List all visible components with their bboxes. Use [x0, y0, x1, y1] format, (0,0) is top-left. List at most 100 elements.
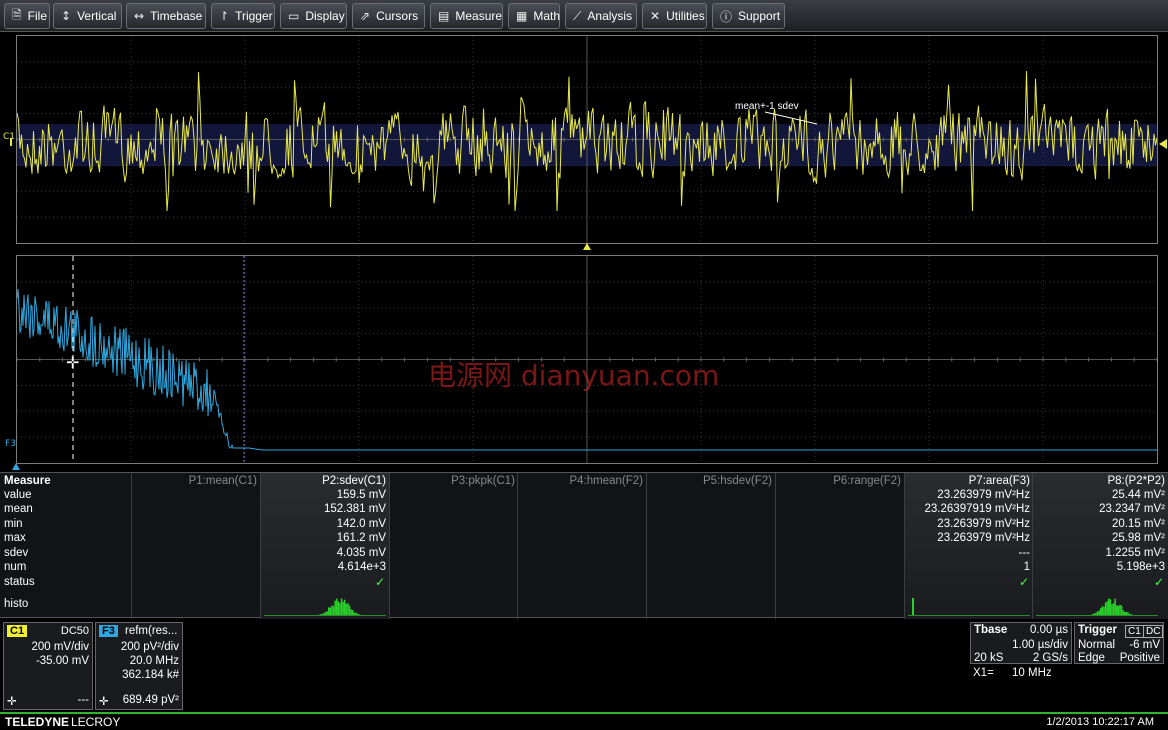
histo-bar — [1087, 615, 1089, 616]
measure-value-p7-mean: 23.26397919 mV²Hz — [924, 503, 1030, 515]
c1-right-marker-icon[interactable] — [1159, 139, 1167, 149]
menu-utilities-button[interactable]: ✕ Utilities — [642, 3, 707, 29]
histo-bar — [318, 614, 320, 615]
measure-column-p2[interactable]: P2:sdev(C1) 159.5 mV 152.381 mV 142.0 mV 161… — [260, 473, 389, 619]
measure-column-p7[interactable]: P7:area(F3) 23.263979 mV²Hz 23.26397919 mV… — [904, 473, 1033, 619]
menu-file-button[interactable]: 🗎 File — [4, 3, 50, 29]
histo-bar — [1106, 601, 1108, 615]
utilities-icon: ✕ — [650, 9, 661, 23]
histo-bar — [1128, 613, 1131, 615]
histo-bar — [1124, 611, 1126, 615]
histo-bar — [1132, 615, 1134, 616]
histo-bar — [1134, 615, 1136, 616]
menu-bar: 🗎 File ↕ Vertical ↔ Timebase ↾ Trigger ▭ Display ⇗… — [0, 0, 1168, 32]
histo-bar — [329, 607, 332, 615]
menu-file-label: File — [27, 9, 47, 23]
histo-bar — [1096, 611, 1099, 615]
measure-value-p2-num: 4.614e+3 — [337, 561, 386, 573]
menu-analysis-button[interactable]: ⟋ Analysis — [565, 3, 637, 29]
status-check-icon: ✓ — [374, 575, 385, 589]
menu-support-button[interactable]: ⓘ Support — [712, 3, 785, 29]
mean-sdev-annotation: mean+-1 sdev — [735, 101, 799, 112]
histo-bar — [1114, 598, 1116, 615]
histo-bar — [1112, 603, 1115, 615]
measure-row-label-min: min — [4, 518, 23, 530]
measure-column-p5[interactable]: P5:hsdev(F2) — [646, 473, 775, 619]
histo-bar — [1090, 614, 1092, 615]
f3-descriptor-tag: F3 — [99, 625, 118, 637]
support-icon: ⓘ — [720, 9, 733, 24]
c1-volts-per-div: 200 mV/div — [31, 641, 89, 653]
histo-bar — [1104, 602, 1107, 615]
histo-bar — [328, 607, 330, 615]
histo-bar — [360, 614, 362, 615]
histo-bar — [358, 614, 360, 615]
measure-header-p5: P5:hsdev(F2) — [702, 475, 772, 487]
measure-value-p7-num: 1 — [1023, 561, 1030, 573]
histo-bar — [321, 613, 324, 615]
measure-value-p8-max: 25.98 mV² — [1111, 532, 1165, 544]
f3-descriptor[interactable]: F3 refm(res... 200 pV²/div 20.0 MHz 362.… — [95, 622, 183, 710]
measure-column-p6[interactable]: P6:range(F2) — [775, 473, 904, 619]
histo-bar — [912, 598, 914, 615]
c1-offset-marker[interactable] — [10, 138, 16, 146]
timebase-icon: ↔ — [134, 9, 145, 23]
timebase-time-per-div: 1.00 µs/div — [1012, 639, 1068, 651]
histo-bar — [1108, 598, 1110, 615]
menu-measure-button[interactable]: ▤ Measure — [430, 3, 503, 29]
timebase-descriptor[interactable]: Tbase 0.00 µs 1.00 µs/div 20 kS 2 GS/s — [970, 622, 1072, 664]
histo-bar — [320, 614, 322, 615]
measure-column-p8[interactable]: P8:(P2*P2) 25.44 mV² 23.2347 mV² 20.15 mV² 2… — [1032, 473, 1168, 619]
histo-bar — [1101, 606, 1104, 615]
trigger-title: Trigger — [1078, 624, 1117, 636]
histo-bar — [326, 611, 328, 615]
measure-header-p7: P7:area(F3) — [968, 475, 1030, 487]
menu-display-button[interactable]: ▭ Display — [280, 3, 347, 29]
histo-bar — [348, 605, 351, 615]
menu-math-button[interactable]: ▦ Math — [508, 3, 560, 29]
histo-bar — [1098, 610, 1100, 615]
measure-column-p3[interactable]: P3:pkpk(C1) — [389, 473, 518, 619]
c1-descriptor[interactable]: C1 DC50 200 mV/div -35.00 mV ✛ --- — [3, 622, 93, 710]
measure-row-label-sdev: sdev — [4, 547, 29, 559]
measure-value-p2-max: 161.2 mV — [336, 532, 386, 544]
menu-vertical-button[interactable]: ↕ Vertical — [53, 3, 122, 29]
f3-bottom-marker-icon[interactable] — [12, 463, 20, 470]
measure-value-p7-value: 23.263979 mV²Hz — [937, 489, 1030, 501]
measure-column-p1[interactable]: P1:mean(C1) — [131, 473, 260, 619]
measure-column-p4[interactable]: P4:hmean(F2) — [517, 473, 646, 619]
timebase-delay: 0.00 µs — [1030, 624, 1068, 636]
trigger-position-marker-icon[interactable] — [583, 243, 591, 250]
histo-bar — [344, 599, 346, 615]
histo-bar — [1125, 611, 1128, 615]
timebase-sample-rate: 2 GS/s — [1032, 652, 1068, 664]
histo-bar — [356, 613, 359, 615]
f3-channel-label: F3 — [5, 439, 16, 449]
f3-crosshair-icon: ✛ — [99, 694, 109, 708]
timebase-title: Tbase — [974, 624, 1008, 636]
menu-cursors-button[interactable]: ⇗ Cursors — [352, 3, 425, 29]
measure-value-p8-num: 5.198e+3 — [1116, 561, 1165, 573]
histo-bar — [353, 612, 356, 615]
menu-vertical-label: Vertical — [77, 9, 117, 23]
status-check-icon: ✓ — [1153, 575, 1164, 589]
f3-units-per-div: 200 pV²/div — [120, 641, 179, 653]
measure-value-p7-min: 23.263979 mV²Hz — [937, 518, 1030, 530]
upper-grid-c1[interactable]: mean+-1 sdev — [16, 35, 1158, 244]
trigger-coupling: DC — [1143, 625, 1164, 638]
c1-offset: -35.00 mV — [35, 655, 89, 667]
f3-value: 689.49 pV² — [122, 694, 179, 706]
histo-bar — [1117, 605, 1120, 615]
measure-header-p3: P3:pkpk(C1) — [451, 475, 515, 487]
trigger-descriptor[interactable]: Trigger C1 DC Normal -6 mV Edge Positive — [1074, 622, 1164, 664]
menu-trigger-button[interactable]: ↾ Trigger — [211, 3, 275, 29]
histo-bar — [362, 615, 364, 616]
histo-bar — [1092, 614, 1094, 615]
measure-value-p2-sdev: 4.035 mV — [336, 547, 386, 559]
menu-timebase-button[interactable]: ↔ Timebase — [126, 3, 206, 29]
measure-title: Measure — [4, 475, 51, 487]
measure-header-p4: P4:hmean(F2) — [569, 475, 643, 487]
menu-math-label: Math — [533, 9, 561, 23]
histo-bar — [1111, 604, 1113, 615]
c1-dash: --- — [77, 694, 90, 706]
